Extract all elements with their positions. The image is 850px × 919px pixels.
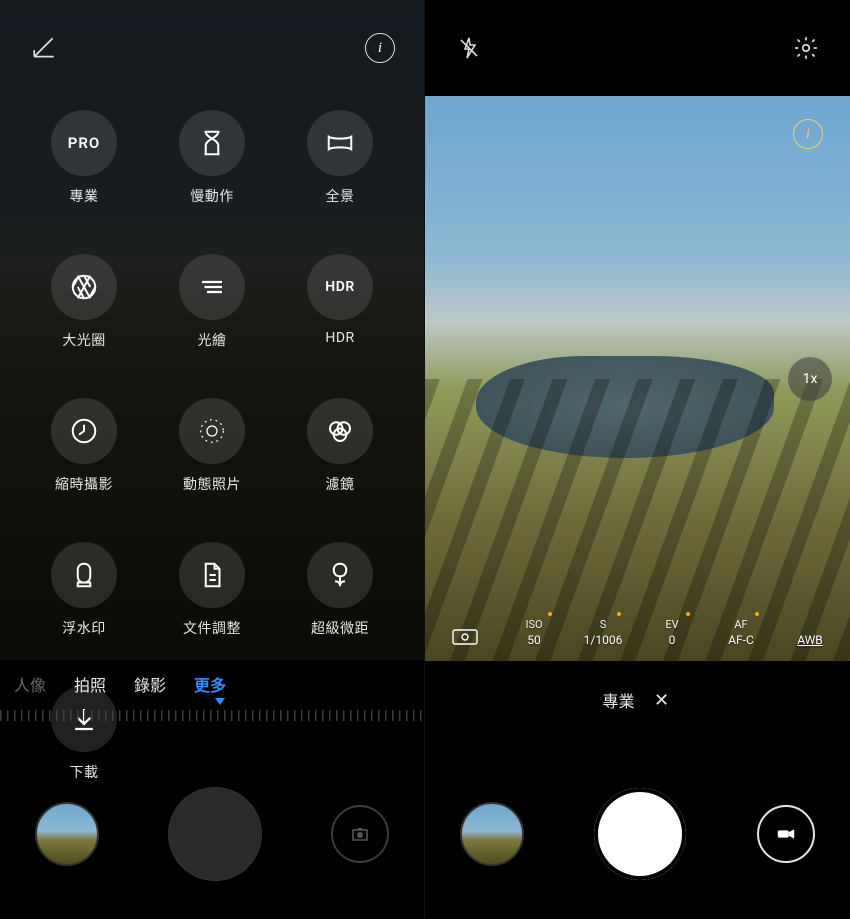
mode-lightpaint[interactable]: 光繪: [148, 254, 276, 350]
mode-motion[interactable]: 動態照片: [148, 398, 276, 494]
mode-label: 大光圈: [62, 330, 106, 350]
pro-ev[interactable]: EV 0: [650, 618, 694, 647]
tab-photo[interactable]: 拍照: [74, 672, 106, 696]
pro-icon: PRO: [68, 134, 101, 152]
settings-icon[interactable]: [786, 28, 826, 68]
mode-slowmo[interactable]: 慢動作: [148, 110, 276, 206]
filter-icon: [307, 398, 373, 464]
mode-label: 慢動作: [190, 186, 234, 206]
panorama-icon: [307, 110, 373, 176]
watermark-icon: [51, 542, 117, 608]
modified-dot-icon: [686, 612, 690, 616]
light-icon: [179, 254, 245, 320]
top-bar: i: [0, 0, 424, 96]
macro-icon: [307, 542, 373, 608]
mode-label: 全景: [326, 186, 355, 206]
close-mode-icon[interactable]: ✕: [651, 689, 673, 711]
current-mode-line: 專業 ✕: [425, 688, 850, 712]
tab-portrait[interactable]: 人像: [14, 672, 46, 696]
mode-label: 文件調整: [183, 618, 241, 638]
mode-hdr[interactable]: HDR HDR: [276, 254, 404, 350]
info-glyph: i: [378, 40, 382, 57]
mode-label: 浮水印: [62, 618, 106, 638]
switch-camera-button[interactable]: [331, 805, 389, 863]
video-mode-button[interactable]: [757, 805, 815, 863]
shutter-button[interactable]: [594, 788, 686, 880]
modified-dot-icon: [548, 612, 552, 616]
mode-label: 縮時攝影: [55, 474, 113, 494]
bottom-bar: [425, 749, 850, 919]
hourglass-icon: [179, 110, 245, 176]
pro-controls: ISO 50 S 1/1006 EV 0 AF AF-C: [425, 618, 850, 653]
motion-icon: [179, 398, 245, 464]
mode-document[interactable]: 文件調整: [148, 542, 276, 638]
gallery-thumbnail[interactable]: [460, 802, 524, 866]
hdr-icon: HDR: [325, 279, 354, 295]
tab-video[interactable]: 錄影: [134, 672, 166, 696]
mode-macro[interactable]: 超級微距: [276, 542, 404, 638]
metering-mode[interactable]: [443, 627, 487, 647]
timelapse-icon: [51, 398, 117, 464]
pro-iso[interactable]: ISO 50: [512, 618, 556, 647]
ruler-indicator-icon: [215, 698, 225, 705]
modified-dot-icon: [617, 612, 621, 616]
pro-af[interactable]: AF AF-C: [719, 618, 763, 647]
mode-label: HDR: [325, 330, 354, 346]
zoom-badge[interactable]: 1x: [788, 357, 832, 401]
mode-panorama[interactable]: 全景: [276, 110, 404, 206]
mode-tabs: 人像 拍照 錄影 更多: [0, 672, 424, 696]
mode-label: 光繪: [198, 330, 227, 350]
info-icon[interactable]: i: [360, 28, 400, 68]
document-icon: [179, 542, 245, 608]
bottom-bar: [0, 749, 424, 919]
modified-dot-icon: [755, 612, 759, 616]
gallery-thumbnail[interactable]: [35, 802, 99, 866]
viewfinder[interactable]: [425, 96, 850, 661]
pro-shutter[interactable]: S 1/1006: [581, 618, 625, 647]
mode-filter[interactable]: 濾鏡: [276, 398, 404, 494]
mode-label: 動態照片: [183, 474, 241, 494]
shutter-button[interactable]: [168, 787, 262, 881]
tab-ruler[interactable]: [0, 702, 424, 726]
pro-awb[interactable]: AWB: [788, 633, 832, 647]
mode-label: 專業: [70, 186, 99, 206]
top-bar: [425, 0, 850, 96]
mode-timelapse[interactable]: 縮時攝影: [20, 398, 148, 494]
mode-watermark[interactable]: 浮水印: [20, 542, 148, 638]
current-mode-label: 專業: [602, 688, 634, 712]
tab-more[interactable]: 更多: [194, 672, 226, 696]
mode-aperture[interactable]: 大光圈: [20, 254, 148, 350]
mode-label: 超級微距: [311, 618, 369, 638]
viewfinder-info-icon[interactable]: i: [788, 114, 828, 154]
mode-pro[interactable]: PRO 專業: [20, 110, 148, 206]
flash-off-icon[interactable]: [449, 28, 489, 68]
mode-label: 濾鏡: [326, 474, 355, 494]
edit-icon[interactable]: [24, 28, 64, 68]
aperture-icon: [51, 254, 117, 320]
